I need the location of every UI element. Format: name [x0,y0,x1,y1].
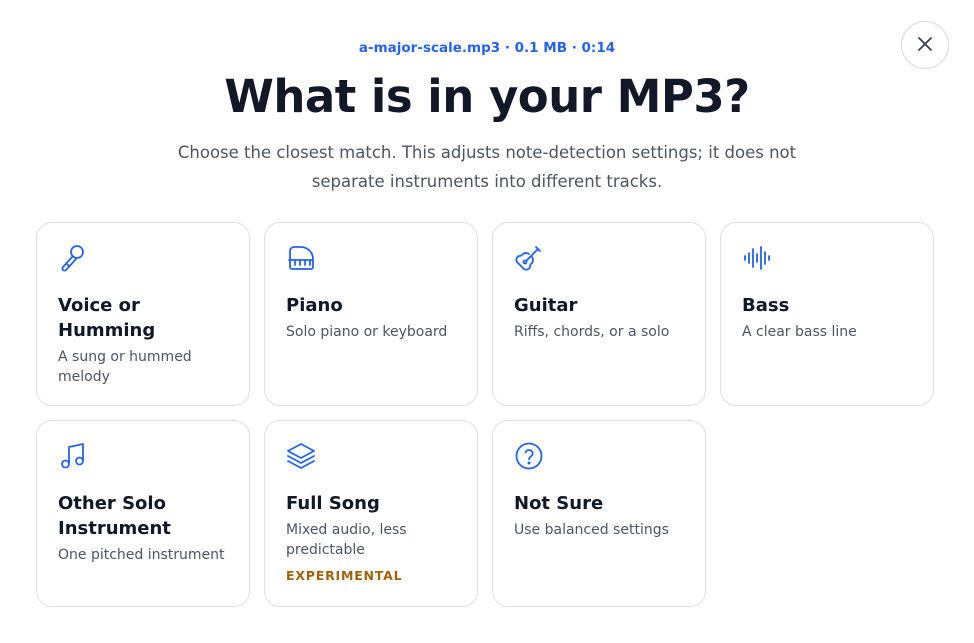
option-description: A sung or hummed melody [58,349,192,385]
option-description: Solo piano or keyboard [286,324,448,340]
option-description: Riffs, chords, or a solo [514,324,670,340]
option-full-song[interactable]: Full Song Mixed audio, less predictable … [264,420,478,607]
layers-icon [286,441,316,471]
option-name: Full Song [286,493,380,514]
option-description: One pitched instrument [58,547,225,563]
microphone-icon [58,243,88,273]
dialog-subtitle: Choose the closest match. This adjusts n… [177,143,797,191]
close-button[interactable] [901,21,949,69]
waveform-icon [742,243,772,273]
option-other-solo-instrument[interactable]: Other Solo Instrument One pitched instru… [36,420,250,607]
option-bass[interactable]: Bass A clear bass line [720,222,934,406]
option-name: Guitar [514,295,578,316]
option-piano[interactable]: Piano Solo piano or keyboard [264,222,478,406]
option-description: A clear bass line [742,324,857,340]
experimental-badge: EXPERIMENTAL [286,568,403,583]
music-note-icon [58,441,88,471]
option-name: Piano [286,295,343,316]
option-guitar[interactable]: Guitar Riffs, chords, or a solo [492,222,706,406]
option-not-sure[interactable]: Not Sure Use balanced settings [492,420,706,607]
option-description: Mixed audio, less predictable [286,522,407,558]
mp3-type-dialog: a-major-scale.mp3 · 0.1 MB · 0:14 What i… [0,0,974,643]
close-icon [917,36,933,55]
option-description: Use balanced settings [514,522,669,538]
option-name: Voice or Humming [58,295,156,341]
option-name: Bass [742,295,790,316]
guitar-icon [514,243,544,273]
option-name: Not Sure [514,493,604,514]
dialog-title: What is in your MP3? [224,70,750,123]
option-name: Other Solo Instrument [58,493,171,539]
option-voice-or-humming[interactable]: Voice or Humming A sung or hummed melody [36,222,250,406]
question-icon [514,441,544,471]
piano-icon [286,243,316,273]
file-info: a-major-scale.mp3 · 0.1 MB · 0:14 [358,40,616,56]
